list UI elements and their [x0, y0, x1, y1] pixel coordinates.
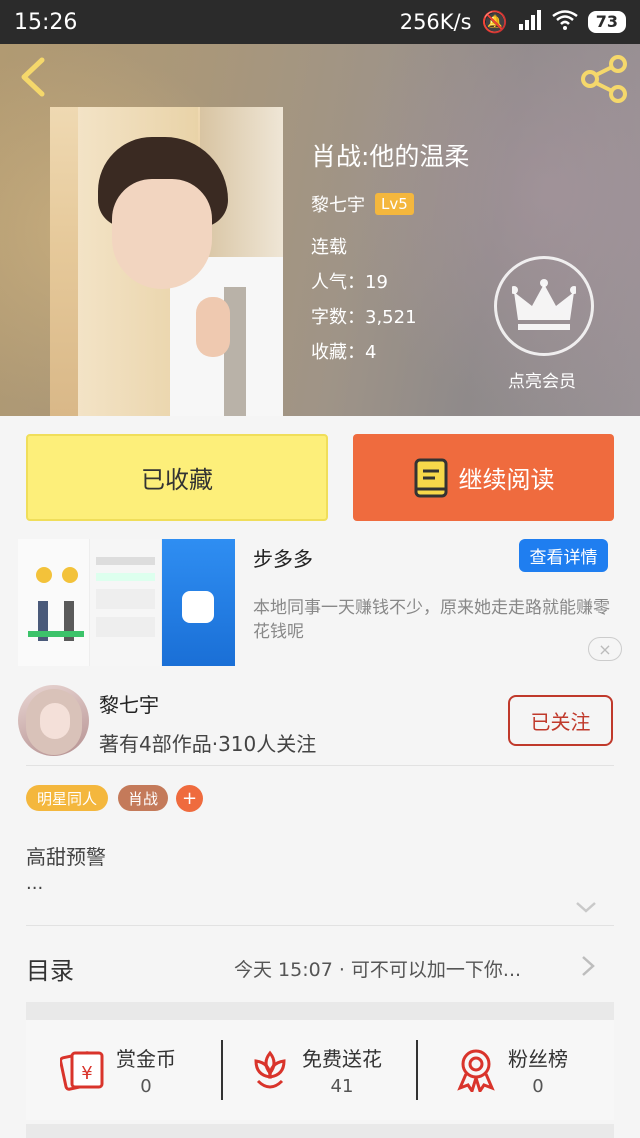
- section-separator: [26, 1002, 614, 1020]
- level-badge: Lv5: [375, 193, 414, 215]
- ad-title: 步多多: [253, 547, 313, 571]
- stat-value: 0: [532, 1076, 544, 1097]
- close-icon: ×: [598, 639, 612, 659]
- plus-icon: +: [181, 788, 198, 809]
- red-envelope-icon: ¥: [60, 1051, 104, 1091]
- toc-open-button[interactable]: [580, 954, 596, 978]
- book-status: 连载: [311, 237, 347, 258]
- wifi-icon: [551, 9, 578, 35]
- add-tag-button[interactable]: +: [176, 785, 203, 812]
- toc-label[interactable]: 目录: [26, 951, 74, 986]
- vip-button[interactable]: [494, 256, 594, 356]
- latest-chapter[interactable]: 今天 15:07 · 可不可以加一下你...: [234, 955, 521, 982]
- stat-value: 0: [140, 1076, 152, 1097]
- divider: [26, 765, 614, 766]
- follow-button[interactable]: 已关注: [508, 695, 613, 746]
- tag-item[interactable]: 明星同人: [26, 785, 108, 811]
- divider: [416, 1040, 418, 1100]
- svg-text:¥: ¥: [81, 1063, 92, 1084]
- mute-bell-icon: 🔕: [481, 9, 508, 34]
- status-icons: 256K/s 🔕 73: [399, 9, 626, 35]
- status-time: 15:26: [14, 9, 78, 35]
- stat-value: 41: [330, 1076, 354, 1097]
- divider: [221, 1040, 223, 1100]
- divider: [26, 925, 614, 926]
- book-cover[interactable]: [50, 107, 283, 416]
- medal-icon: [457, 1049, 495, 1092]
- ad-detail-button[interactable]: 查看详情: [519, 539, 608, 572]
- book-intro: 高甜预警: [26, 845, 106, 869]
- author-summary: 著有4部作品·310人关注: [99, 732, 317, 756]
- tag-item[interactable]: 肖战: [118, 785, 168, 811]
- book-popularity: 人气：19: [311, 272, 388, 293]
- flower-icon: [254, 1050, 286, 1089]
- fan-ranking-stat[interactable]: 粉丝榜 0: [456, 1020, 568, 1120]
- chevron-left-icon: [21, 57, 45, 97]
- continue-reading-button[interactable]: 继续阅读: [353, 434, 614, 521]
- share-icon: [581, 55, 627, 103]
- book-favorites: 收藏：4: [311, 342, 377, 363]
- book-word-count: 字数：3,521: [311, 307, 417, 328]
- status-bar: 15:26 256K/s 🔕 73: [0, 0, 640, 44]
- crown-icon: [512, 279, 576, 330]
- vip-label: 点亮会员: [508, 372, 576, 392]
- section-separator: [26, 1124, 614, 1138]
- stats-bar: ¥ 赏金币 0 免费送花 41 粉丝榜 0: [26, 1020, 614, 1120]
- favorited-button[interactable]: 已收藏: [26, 434, 328, 521]
- author-avatar[interactable]: [18, 685, 89, 756]
- back-button[interactable]: [14, 54, 54, 100]
- ad-description: 本地同事一天赚钱不少，原来她走走路就能赚零花钱呢: [253, 598, 610, 642]
- net-speed: 256K/s: [399, 10, 472, 34]
- ad-image[interactable]: [18, 539, 235, 666]
- battery-indicator: 73: [587, 11, 626, 33]
- author-name[interactable]: 黎七宇: [99, 689, 159, 718]
- book-header: 肖战:他的温柔 黎七宇 Lv5 连载 人气：19 字数：3,521 收藏：4 点…: [0, 44, 640, 416]
- follow-label: 已关注: [530, 710, 591, 734]
- stat-label: 免费送花: [302, 1047, 382, 1071]
- stat-label: 赏金币: [116, 1047, 176, 1071]
- intro-ellipsis: ...: [26, 873, 44, 894]
- favorited-label: 已收藏: [141, 466, 213, 494]
- book-icon: [414, 458, 447, 497]
- book-author[interactable]: 黎七宇: [311, 191, 365, 217]
- book-title: 肖战:他的温柔: [311, 142, 470, 171]
- reward-coins-stat[interactable]: ¥ 赏金币 0: [60, 1020, 176, 1120]
- chevron-down-icon: [576, 902, 596, 913]
- free-flowers-stat[interactable]: 免费送花 41: [250, 1020, 382, 1120]
- chevron-right-icon: [582, 956, 595, 976]
- stat-label: 粉丝榜: [508, 1047, 568, 1071]
- ad-close-button[interactable]: ×: [588, 637, 622, 661]
- book-author-line: 黎七宇 Lv5: [311, 191, 414, 217]
- signal-icon: [518, 9, 542, 35]
- continue-reading-label: 继续阅读: [458, 466, 555, 494]
- expand-intro-button[interactable]: [575, 898, 597, 916]
- share-button[interactable]: [578, 54, 630, 104]
